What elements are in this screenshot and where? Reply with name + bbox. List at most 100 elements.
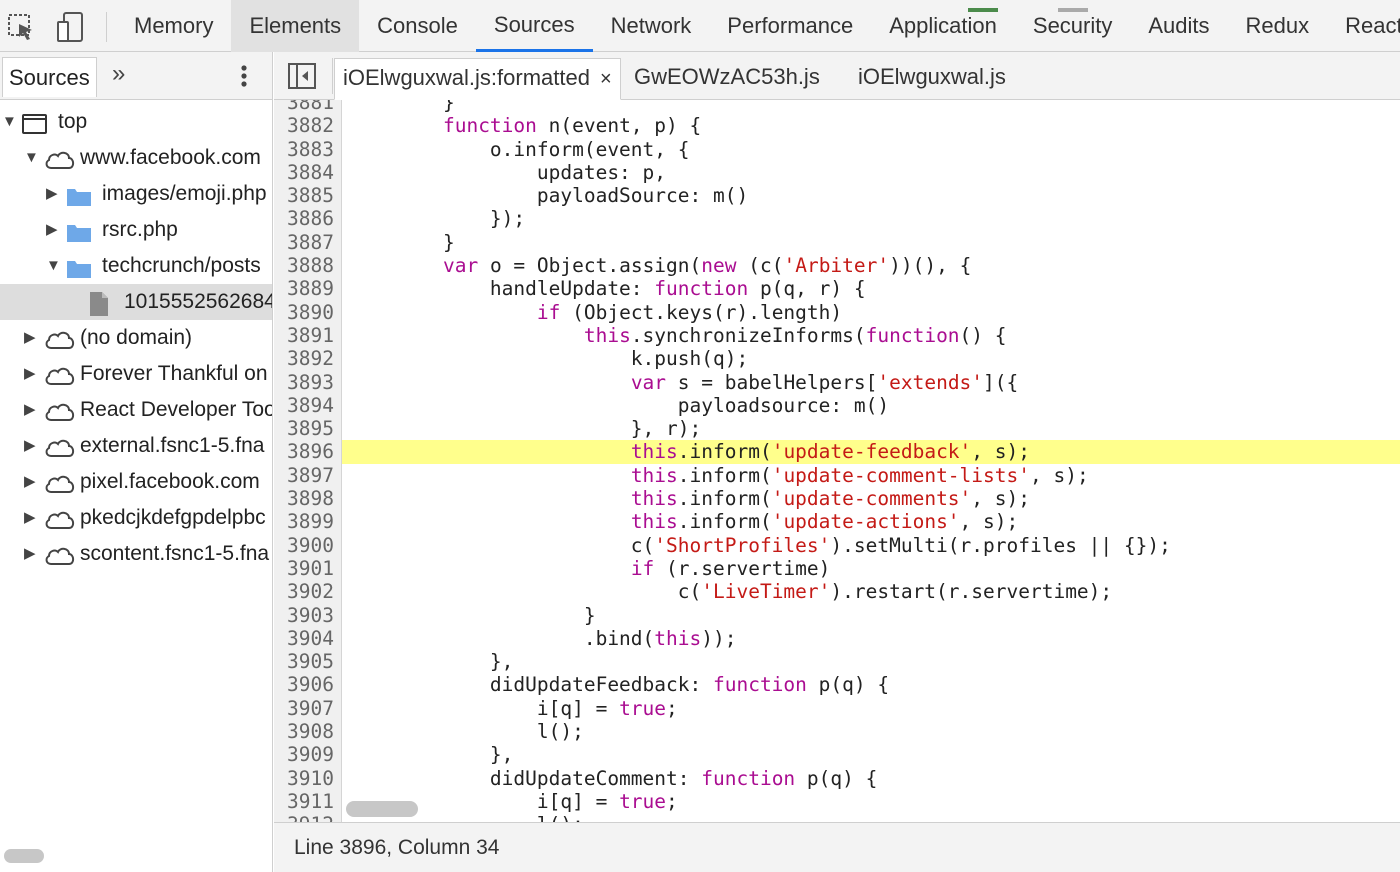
tree-item[interactable]: ▶ (no domain) [0, 320, 272, 356]
tab-application[interactable]: Application [871, 0, 1015, 52]
tree-item[interactable]: ▼ techcrunch/posts [0, 248, 272, 284]
collapse-arrow-icon[interactable]: ▶ [24, 356, 40, 392]
collapse-arrow-icon[interactable]: ▶ [24, 464, 40, 500]
line-number[interactable]: 3896 [274, 440, 334, 463]
code-line[interactable]: 3910 didUpdateComment: function p(q) { [274, 767, 1400, 790]
line-number[interactable]: 3894 [274, 394, 334, 417]
code-line[interactable]: 3881 } [274, 100, 1400, 114]
tree-item[interactable]: 1015552562684 [0, 284, 272, 320]
tab-elements[interactable]: Elements [231, 0, 360, 52]
line-number[interactable]: 3891 [274, 324, 334, 347]
tree-item[interactable]: ▶ pixel.facebook.com [0, 464, 272, 500]
line-number[interactable]: 3893 [274, 371, 334, 394]
line-number[interactable]: 3889 [274, 277, 334, 300]
tab-console[interactable]: Console [359, 0, 476, 52]
line-number[interactable]: 3885 [274, 184, 334, 207]
line-number[interactable]: 3910 [274, 767, 334, 790]
close-tab-icon[interactable]: × [600, 68, 612, 90]
code-line[interactable]: 3894 payloadsource: m() [274, 394, 1400, 417]
collapse-arrow-icon[interactable]: ▶ [46, 176, 62, 212]
line-number[interactable]: 3883 [274, 138, 334, 161]
tree-item[interactable]: ▶ React Developer Too [0, 392, 272, 428]
code-line[interactable]: 3896 this.inform('update-feedback', s); [274, 440, 1400, 464]
more-tabs-button[interactable]: » [112, 60, 125, 88]
code-line[interactable]: 3907 i[q] = true; [274, 697, 1400, 720]
code-line[interactable]: 3906 didUpdateFeedback: function p(q) { [274, 673, 1400, 696]
tab-memory[interactable]: Memory [116, 0, 231, 52]
line-number[interactable]: 3899 [274, 510, 334, 533]
code-line[interactable]: 3888 var o = Object.assign(new (c('Arbit… [274, 254, 1400, 277]
tree-item[interactable]: ▶ pkedcjkdefgpdelpbc [0, 500, 272, 536]
code-line[interactable]: 3908 l(); [274, 720, 1400, 743]
code-editor[interactable]: 3881 } 3882 function n(event, p) {3883 o.… [274, 100, 1400, 822]
code-line[interactable]: 3885 payloadSource: m() [274, 184, 1400, 207]
collapse-arrow-icon[interactable]: ▶ [24, 536, 40, 572]
code-line[interactable]: 3893 var s = babelHelpers['extends']({ [274, 371, 1400, 394]
line-number[interactable]: 3909 [274, 743, 334, 766]
code-line[interactable]: 3912 l(); [274, 813, 1400, 822]
code-line[interactable]: 3891 this.synchronizeInforms(function() … [274, 324, 1400, 347]
tab-network[interactable]: Network [593, 0, 710, 52]
line-number[interactable]: 3890 [274, 301, 334, 324]
code-line[interactable]: 3882 function n(event, p) { [274, 114, 1400, 137]
code-line[interactable]: 3905 }, [274, 650, 1400, 673]
code-line[interactable]: 3892 k.push(q); [274, 347, 1400, 370]
line-number[interactable]: 3884 [274, 161, 334, 184]
line-number[interactable]: 3892 [274, 347, 334, 370]
line-number[interactable]: 3908 [274, 720, 334, 743]
line-number[interactable]: 3901 [274, 557, 334, 580]
code-line[interactable]: 3890 if (Object.keys(r).length) [274, 301, 1400, 324]
line-number[interactable]: 3906 [274, 673, 334, 696]
code-line[interactable]: 3887 } [274, 231, 1400, 254]
line-number[interactable]: 3882 [274, 114, 334, 137]
code-line[interactable]: 3898 this.inform('update-comments', s); [274, 487, 1400, 510]
code-line[interactable]: 3895 }, r); [274, 417, 1400, 440]
tab-react[interactable]: React [1327, 0, 1400, 52]
line-number[interactable]: 3902 [274, 580, 334, 603]
line-number[interactable]: 3911 [274, 790, 334, 813]
collapse-arrow-icon[interactable]: ▶ [24, 320, 40, 356]
tree-item[interactable]: ▼ www.facebook.com [0, 140, 272, 176]
line-number[interactable]: 3905 [274, 650, 334, 673]
tree-item[interactable]: ▼ top [0, 104, 272, 140]
editor-scrollbar[interactable] [346, 801, 418, 817]
line-number[interactable]: 3912 [274, 813, 334, 822]
toggle-navigator-icon[interactable] [288, 63, 316, 89]
code-line[interactable]: 3903 } [274, 604, 1400, 627]
code-line[interactable]: 3902 c('LiveTimer').restart(r.servertime… [274, 580, 1400, 603]
code-line[interactable]: 3911 i[q] = true; [274, 790, 1400, 813]
code-line[interactable]: 3897 this.inform('update-comment-lists',… [274, 464, 1400, 487]
line-number[interactable]: 3897 [274, 464, 334, 487]
line-number[interactable]: 3888 [274, 254, 334, 277]
code-line[interactable]: 3901 if (r.servertime) [274, 557, 1400, 580]
file-tab-active[interactable]: iOElwguxwal.js:formatted × [334, 58, 621, 100]
tab-audits[interactable]: Audits [1130, 0, 1227, 52]
line-number[interactable]: 3904 [274, 627, 334, 650]
code-line[interactable]: 3889 handleUpdate: function p(q, r) { [274, 277, 1400, 300]
line-number[interactable]: 3907 [274, 697, 334, 720]
code-line[interactable]: 3904 .bind(this)); [274, 627, 1400, 650]
tree-item[interactable]: ▶ external.fsnc1-5.fna [0, 428, 272, 464]
file-tab[interactable]: GwEOWzAC53h.js [634, 58, 820, 100]
code-line[interactable]: 3883 o.inform(event, { [274, 138, 1400, 161]
inspect-element-icon[interactable] [4, 10, 38, 44]
tree-item[interactable]: ▶ Forever Thankful on [0, 356, 272, 392]
tab-performance[interactable]: Performance [709, 0, 871, 52]
navigator-tab-sources[interactable]: Sources [2, 57, 97, 97]
code-line[interactable]: 3909 }, [274, 743, 1400, 766]
collapse-arrow-icon[interactable]: ▶ [24, 428, 40, 464]
line-number[interactable]: 3903 [274, 604, 334, 627]
collapse-arrow-icon[interactable]: ▶ [24, 500, 40, 536]
file-tab[interactable]: iOElwguxwal.js [858, 58, 1006, 100]
code-line[interactable]: 3899 this.inform('update-actions', s); [274, 510, 1400, 533]
expand-arrow-icon[interactable]: ▼ [46, 248, 62, 284]
collapse-arrow-icon[interactable]: ▶ [46, 212, 62, 248]
tab-redux[interactable]: Redux [1228, 0, 1328, 52]
tab-sources[interactable]: Sources [475, 0, 593, 52]
expand-arrow-icon[interactable]: ▼ [24, 140, 40, 176]
line-number[interactable]: 3895 [274, 417, 334, 440]
line-number[interactable]: 3881 [274, 100, 334, 114]
code-line[interactable]: 3884 updates: p, [274, 161, 1400, 184]
navigator-scrollbar[interactable] [4, 849, 44, 863]
tree-item[interactable]: ▶ images/emoji.php [0, 176, 272, 212]
